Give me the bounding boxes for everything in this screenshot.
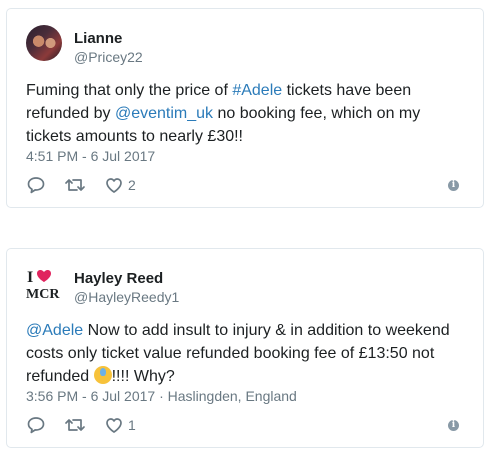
- retweet-icon: [65, 419, 85, 431]
- reply-icon: [27, 417, 45, 434]
- reply-button[interactable]: [26, 416, 46, 434]
- tweet-card: I MCR Hayley Reed @HayleyReedy1 @Adele N…: [6, 248, 484, 448]
- tweet-text: Fuming that only the price of #Adele tic…: [26, 79, 466, 148]
- author-handle[interactable]: @HayleyReedy1: [74, 289, 179, 305]
- author-name[interactable]: Lianne: [74, 30, 122, 47]
- mention-link[interactable]: @Adele: [26, 322, 83, 339]
- mention-link[interactable]: @eventim_uk: [115, 105, 213, 122]
- heart-icon: [106, 418, 122, 433]
- like-count: 2: [128, 177, 136, 193]
- timestamp-link[interactable]: 3:56 PM - 6 Jul 2017: [26, 388, 155, 404]
- reply-button[interactable]: [26, 176, 46, 194]
- retweet-button[interactable]: [64, 416, 86, 434]
- info-icon[interactable]: i: [448, 420, 459, 431]
- anxious-face-emoji-icon: [93, 366, 112, 384]
- i-love-mcr-logo: I MCR: [26, 269, 60, 301]
- tweet-text: @Adele Now to add insult to injury & in …: [26, 319, 466, 388]
- svg-text:MCR: MCR: [26, 287, 60, 301]
- tweet-text-segment: Fuming that only the price of: [26, 82, 233, 99]
- tweet-text-segment: !!!! Why?: [111, 368, 175, 385]
- like-button[interactable]: 2: [104, 176, 136, 194]
- info-icon[interactable]: i: [448, 180, 459, 191]
- timestamp-link[interactable]: 4:51 PM - 6 Jul 2017: [26, 148, 155, 164]
- author-handle[interactable]: @Pricey22: [74, 49, 143, 65]
- author-name[interactable]: Hayley Reed: [74, 270, 163, 287]
- heart-icon: [106, 178, 122, 193]
- tweet-actions: 2: [26, 174, 154, 196]
- location-text: · Haslingden, England: [155, 388, 297, 404]
- tweet-actions: 1: [26, 414, 154, 436]
- avatar[interactable]: [26, 25, 62, 61]
- tweet-meta: 3:56 PM - 6 Jul 2017 · Haslingden, Engla…: [26, 388, 297, 404]
- svg-text:I: I: [27, 269, 33, 286]
- like-count: 1: [128, 417, 136, 433]
- tweet-meta: 4:51 PM - 6 Jul 2017: [26, 148, 155, 164]
- like-button[interactable]: 1: [104, 416, 136, 434]
- retweet-button[interactable]: [64, 176, 86, 194]
- hashtag-link[interactable]: #Adele: [232, 82, 282, 99]
- retweet-icon: [65, 179, 85, 191]
- tweet-card: Lianne @Pricey22 Fuming that only the pr…: [6, 8, 484, 208]
- tweet-text-segment: Now to add insult to injury & in additio…: [26, 322, 450, 385]
- avatar[interactable]: I MCR: [24, 267, 64, 301]
- reply-icon: [27, 177, 45, 194]
